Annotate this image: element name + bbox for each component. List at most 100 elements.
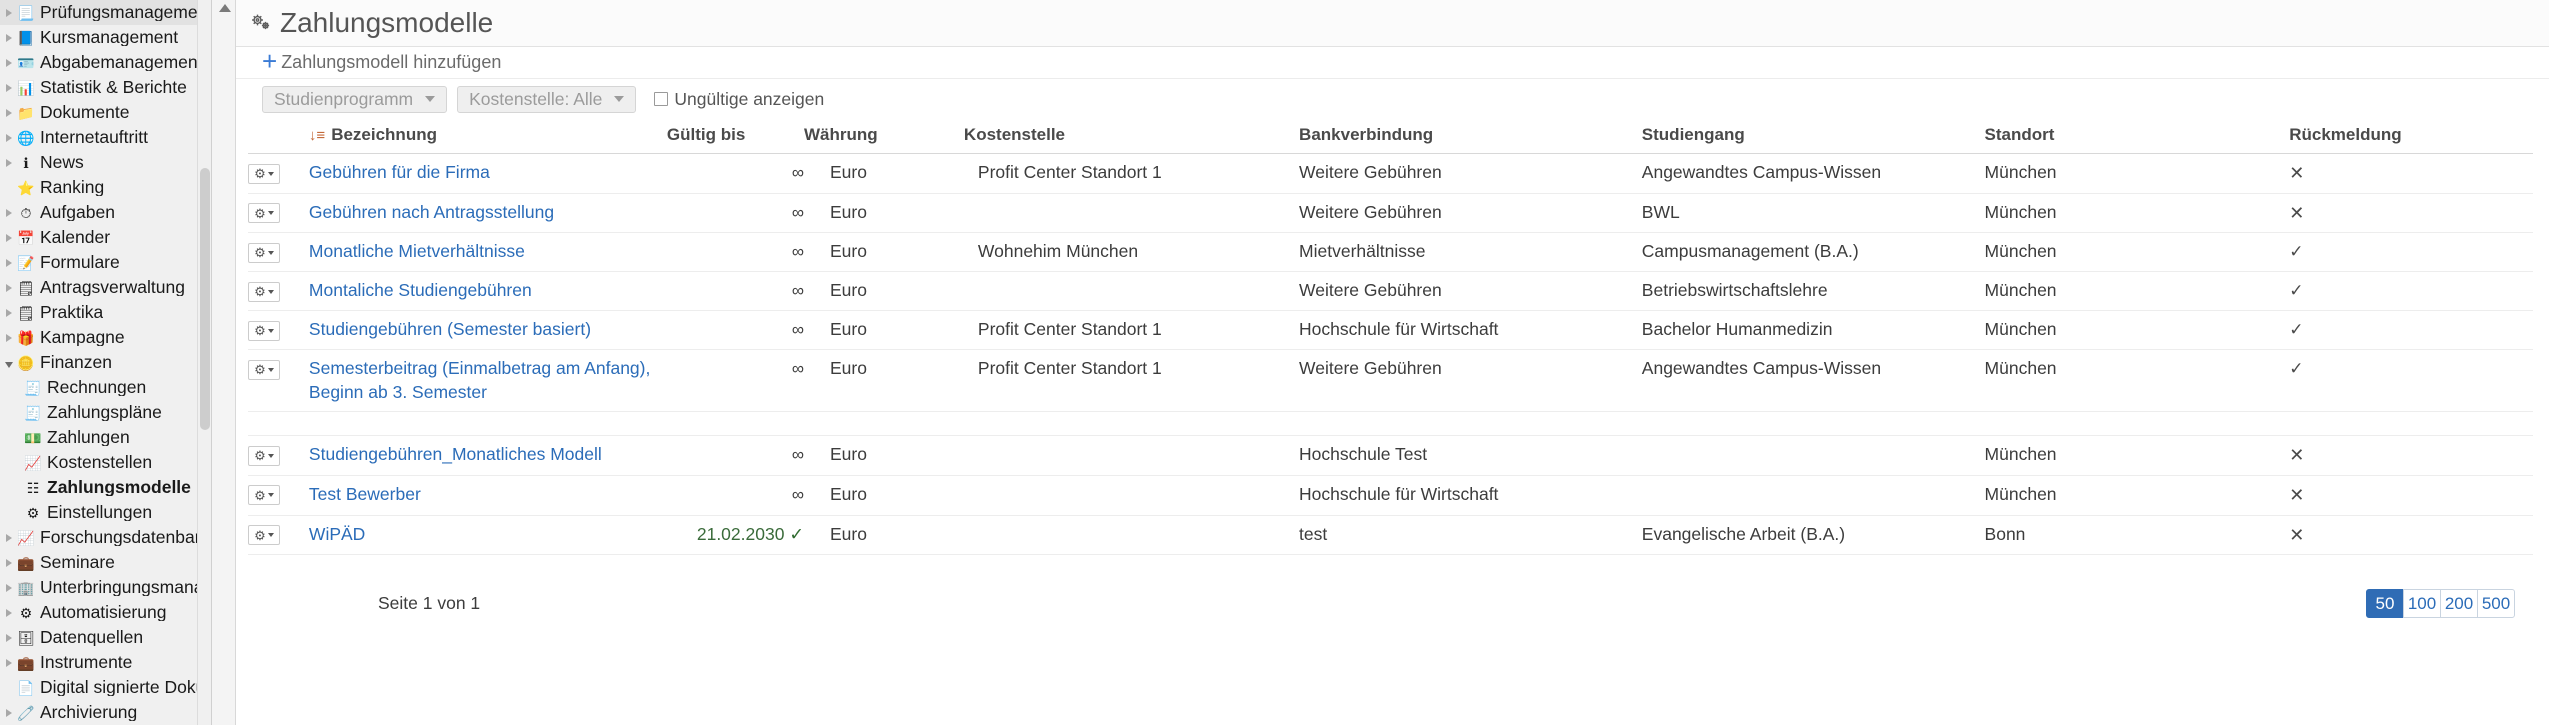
sidebar-item-instrumente[interactable]: 💼 Instrumente bbox=[0, 650, 211, 675]
scroll-up-arrow-icon[interactable] bbox=[219, 4, 231, 12]
table-row[interactable]: ⚙ Gebühren für die Firma ∞ Euro Profit Cente… bbox=[248, 153, 2533, 194]
col-gueltig-bis[interactable]: Gültig bis bbox=[666, 119, 804, 154]
sidebar-item-dokumente[interactable]: 📁 Dokumente bbox=[0, 100, 211, 125]
sidebar-item-rechnungen[interactable]: 🧾 Rechnungen bbox=[0, 375, 211, 400]
row-settings-menu-button[interactable]: ⚙ bbox=[248, 359, 280, 380]
sidebar-item-prüfungsmanagement[interactable]: 📃 Prüfungsmanagement bbox=[0, 0, 211, 25]
col-bezeichnung[interactable]: ↓≡ Bezeichnung bbox=[308, 119, 667, 154]
show-invalid-checkbox[interactable] bbox=[654, 92, 669, 106]
sidebar-item-zahlungen[interactable]: 💵 Zahlungen bbox=[0, 425, 211, 450]
table-row[interactable]: ⚙ WiPÄD 21.02.2030 ✓ Euro test Evangelische A… bbox=[248, 515, 2533, 556]
payment-model-link[interactable]: Studiengebühren_Monatliches Modell bbox=[309, 444, 602, 464]
table-row[interactable]: ⚙ Monatliche Mietverhältnisse ∞ Euro Wohnehi… bbox=[248, 232, 2533, 273]
sidebar-item-kalender[interactable]: 📅 Kalender bbox=[0, 225, 211, 250]
row-settings-menu-button[interactable]: ⚙ bbox=[248, 485, 280, 506]
table-row[interactable]: ⚙ Semesterbeitrag (Einmalbetrag am Anfang… bbox=[248, 349, 2533, 413]
sidebar-item-forschungsdatenbank[interactable]: 📈 Forschungsdatenbank bbox=[0, 525, 211, 550]
page-size-button-50[interactable]: 50 bbox=[2366, 589, 2404, 619]
chevron-right-icon[interactable] bbox=[2, 606, 16, 620]
payment-model-link[interactable]: Monatliche Mietverhältnisse bbox=[309, 241, 525, 261]
col-waehrung[interactable]: Währung bbox=[803, 119, 964, 154]
chevron-right-icon[interactable] bbox=[2, 656, 16, 670]
col-bankverbindung[interactable]: Bankverbindung bbox=[1299, 119, 1642, 154]
row-settings-menu-button[interactable]: ⚙ bbox=[248, 281, 280, 302]
chevron-right-icon[interactable] bbox=[2, 631, 16, 645]
page-size-button-200[interactable]: 200 bbox=[2440, 589, 2478, 619]
table-row[interactable]: ⚙ Gebühren nach Antragsstellung ∞ Euro Weite… bbox=[248, 193, 2533, 234]
sidebar-item-news[interactable]: ℹ News bbox=[0, 150, 211, 175]
chevron-right-icon[interactable] bbox=[2, 556, 16, 570]
row-settings-menu-button[interactable]: ⚙ bbox=[248, 163, 280, 184]
sidebar-item-praktika[interactable]: 🗒 Praktika bbox=[0, 300, 211, 325]
sidebar-scrollbar[interactable] bbox=[197, 0, 211, 725]
chevron-right-icon[interactable] bbox=[2, 156, 16, 170]
sidebar-item-digital-signierte-dokumente[interactable]: 📄 Digital signierte Dokumente bbox=[0, 675, 211, 700]
chevron-right-icon[interactable] bbox=[2, 131, 16, 145]
row-settings-menu-button[interactable]: ⚙ bbox=[248, 320, 280, 341]
sidebar-item-aufgaben[interactable]: ⏱ Aufgaben bbox=[0, 200, 211, 225]
payment-model-link[interactable]: Semesterbeitrag (Einmalbetrag am Anfang)… bbox=[309, 358, 650, 402]
payment-model-link[interactable]: Gebühren nach Antragsstellung bbox=[309, 202, 554, 222]
chevron-right-icon[interactable] bbox=[2, 306, 16, 320]
page-header: Zahlungsmodelle bbox=[236, 0, 2549, 47]
sidebar-item-zahlungsmodelle[interactable]: ☷ Zahlungsmodelle bbox=[0, 475, 211, 500]
page-size-button-100[interactable]: 100 bbox=[2403, 589, 2441, 619]
sort-descending-icon[interactable]: ↓≡ bbox=[309, 128, 325, 143]
chevron-right-icon[interactable] bbox=[2, 31, 16, 45]
filter-kostenstelle-dropdown[interactable]: Kostenstelle: Alle bbox=[457, 85, 637, 113]
filter-studienprogramm-dropdown[interactable]: Studienprogramm bbox=[262, 85, 448, 113]
sidebar-item-internetauftritt[interactable]: 🌐 Internetauftritt bbox=[0, 125, 211, 150]
col-kostenstelle[interactable]: Kostenstelle bbox=[963, 119, 1300, 154]
table-row[interactable]: ⚙ Montaliche Studiengebühren ∞ Euro Weitere … bbox=[248, 271, 2533, 312]
payment-model-link[interactable]: Montaliche Studiengebühren bbox=[309, 280, 532, 300]
sidebar-item-archivierung[interactable]: 🧷 Archivierung bbox=[0, 700, 211, 725]
chevron-right-icon[interactable] bbox=[2, 281, 16, 295]
sidebar-scrollbar-thumb[interactable] bbox=[200, 168, 210, 430]
row-settings-menu-button[interactable]: ⚙ bbox=[248, 445, 280, 466]
payment-model-link[interactable]: Gebühren für die Firma bbox=[309, 162, 490, 182]
col-standort[interactable]: Standort bbox=[1984, 119, 2290, 154]
col-rueckmeldung[interactable]: Rückmeldung bbox=[2289, 119, 2533, 154]
chevron-right-icon[interactable] bbox=[2, 706, 16, 720]
sidebar-item-abgabemanagement[interactable]: 🪪 Abgabemanagement bbox=[0, 50, 211, 75]
table-row[interactable]: ⚙ Studiengebühren (Semester basiert) ∞ Euro… bbox=[248, 310, 2533, 351]
page-scrollbar[interactable] bbox=[212, 0, 236, 725]
sidebar-item-ranking[interactable]: ⭐ Ranking bbox=[0, 175, 211, 200]
sidebar-item-kostenstellen[interactable]: 📈 Kostenstellen bbox=[0, 450, 211, 475]
sidebar-item-kursmanagement[interactable]: 📘 Kursmanagement bbox=[0, 25, 211, 50]
show-invalid-checkbox-wrapper[interactable]: Ungültige anzeigen bbox=[654, 89, 824, 110]
table-row[interactable]: ⚙ Studiengebühren_Monatliches Modell ∞ Euro… bbox=[248, 435, 2533, 476]
chevron-right-icon[interactable] bbox=[2, 231, 16, 245]
payment-model-link[interactable]: Studiengebühren (Semester basiert) bbox=[309, 319, 591, 339]
sidebar-item-finanzen[interactable]: 🪙 Finanzen bbox=[0, 350, 211, 375]
table-row[interactable]: ⚙ Test Bewerber ∞ Euro Hochschule für Wirtsc… bbox=[248, 475, 2533, 516]
sidebar-item-einstellungen[interactable]: ⚙ Einstellungen bbox=[0, 500, 211, 525]
sidebar-item-formulare[interactable]: 📝 Formulare bbox=[0, 250, 211, 275]
row-settings-menu-button[interactable]: ⚙ bbox=[248, 525, 280, 546]
chevron-right-icon[interactable] bbox=[2, 531, 16, 545]
sidebar-item-unterbringungsmanagement[interactable]: 🏢 Unterbringungsmanagement bbox=[0, 575, 211, 600]
chevron-right-icon[interactable] bbox=[2, 6, 16, 20]
chevron-down-icon[interactable] bbox=[2, 356, 16, 370]
sidebar-item-kampagne[interactable]: 🎁 Kampagne bbox=[0, 325, 211, 350]
payment-model-link[interactable]: WiPÄD bbox=[309, 524, 365, 544]
chevron-right-icon[interactable] bbox=[2, 256, 16, 270]
sidebar-item-seminare[interactable]: 💼 Seminare bbox=[0, 550, 211, 575]
sidebar-item-datenquellen[interactable]: 🗄 Datenquellen bbox=[0, 625, 211, 650]
chevron-right-icon[interactable] bbox=[2, 206, 16, 220]
page-size-button-500[interactable]: 500 bbox=[2477, 589, 2515, 619]
sidebar-item-zahlungspläne[interactable]: 🧾 Zahlungspläne bbox=[0, 400, 211, 425]
sidebar-item-automatisierung[interactable]: ⚙ Automatisierung bbox=[0, 600, 211, 625]
payment-model-link[interactable]: Test Bewerber bbox=[309, 484, 421, 504]
row-settings-menu-button[interactable]: ⚙ bbox=[248, 203, 280, 224]
add-payment-model-button[interactable]: + Zahlungsmodell hinzufügen bbox=[262, 48, 501, 74]
sidebar-item-antragsverwaltung[interactable]: 🗒 Antragsverwaltung bbox=[0, 275, 211, 300]
sidebar-item-statistik-berichte[interactable]: 📊 Statistik & Berichte bbox=[0, 75, 211, 100]
chevron-right-icon[interactable] bbox=[2, 106, 16, 120]
chevron-right-icon[interactable] bbox=[2, 581, 16, 595]
row-settings-menu-button[interactable]: ⚙ bbox=[248, 242, 280, 263]
chevron-right-icon[interactable] bbox=[2, 331, 16, 345]
chevron-right-icon[interactable] bbox=[2, 56, 16, 70]
col-studiengang[interactable]: Studiengang bbox=[1641, 119, 1985, 154]
chevron-right-icon[interactable] bbox=[2, 81, 16, 95]
